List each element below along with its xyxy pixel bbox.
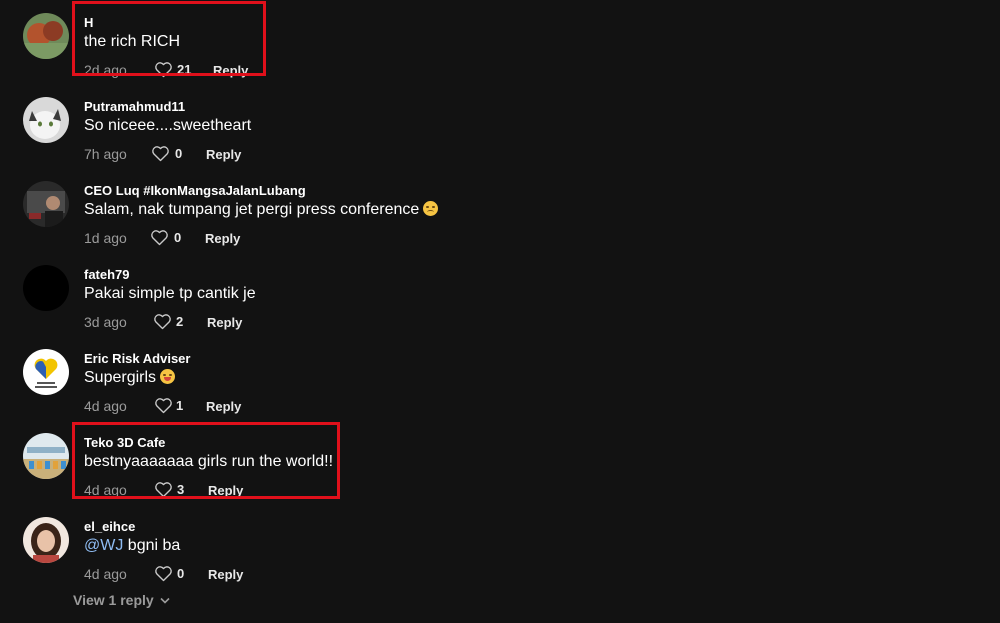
reply-button[interactable]: Reply	[206, 147, 241, 162]
heart-outline-icon[interactable]	[150, 229, 169, 246]
comment-username[interactable]: Eric Risk Adviser	[84, 351, 190, 366]
avatar[interactable]	[23, 181, 69, 227]
comment-username[interactable]: Putramahmud11	[84, 99, 185, 114]
reply-button[interactable]: Reply	[208, 483, 243, 498]
heart-outline-icon[interactable]	[154, 565, 173, 582]
comment-item: Putramahmud11 So niceee....sweetheart 7h…	[0, 90, 1000, 174]
comment-timestamp: 4d ago	[84, 398, 127, 414]
comment-text-content: bgni ba	[127, 537, 181, 554]
like-count: 21	[177, 62, 192, 77]
comment-text: bestnyaaaaaaa girls run the world!!	[84, 453, 334, 470]
avatar[interactable]	[23, 433, 69, 479]
comment-item: fateh79 Pakai simple tp cantik je 3d ago…	[0, 258, 1000, 342]
avatar[interactable]	[23, 97, 69, 143]
disappointed-face-icon	[423, 201, 439, 216]
comment-item: el_eihce @WJ bgni ba 4d ago 0 Reply	[0, 510, 1000, 594]
like-count: 3	[177, 482, 185, 497]
comment-item: CEO Luq #IkonMangsaJalanLubang Salam, na…	[0, 174, 1000, 258]
avatar[interactable]	[23, 13, 69, 59]
reply-button[interactable]: Reply	[213, 63, 248, 78]
avatar[interactable]	[23, 265, 69, 311]
comment-timestamp: 4d ago	[84, 482, 127, 498]
like-count: 0	[174, 230, 182, 245]
reply-button[interactable]: Reply	[205, 231, 240, 246]
reply-button[interactable]: Reply	[208, 567, 243, 582]
comment-text: So niceee....sweetheart	[84, 117, 252, 134]
comment-username[interactable]: Teko 3D Cafe	[84, 435, 165, 450]
chevron-down-icon	[160, 597, 170, 604]
heart-outline-icon[interactable]	[154, 397, 173, 414]
comment-text: the rich RICH	[84, 33, 181, 50]
mention-link[interactable]: @WJ	[84, 537, 123, 554]
heart-outline-icon[interactable]	[151, 145, 170, 162]
reply-button[interactable]: Reply	[206, 399, 241, 414]
comment-timestamp: 1d ago	[84, 230, 127, 246]
like-count: 1	[176, 398, 184, 413]
like-count: 2	[176, 314, 184, 329]
comment-item: Teko 3D Cafe bestnyaaaaaaa girls run the…	[0, 426, 1000, 510]
comment-text: Pakai simple tp cantik je	[84, 285, 256, 302]
comment-username[interactable]: H	[84, 15, 93, 30]
heart-outline-icon[interactable]	[153, 313, 172, 330]
comment-username[interactable]: el_eihce	[84, 519, 135, 534]
like-count: 0	[177, 566, 185, 581]
comment-username[interactable]: CEO Luq #IkonMangsaJalanLubang	[84, 183, 306, 198]
comment-text-content: Salam, nak tumpang jet pergi press confe…	[84, 201, 420, 218]
heart-outline-icon[interactable]	[154, 61, 173, 78]
comment-timestamp: 4d ago	[84, 566, 127, 582]
comment-timestamp: 3d ago	[84, 314, 127, 330]
comment-text: @WJ bgni ba	[84, 537, 180, 555]
comment-text: Salam, nak tumpang jet pergi press confe…	[84, 201, 439, 219]
view-replies-button[interactable]: View 1 reply	[73, 592, 170, 608]
comment-timestamp: 7h ago	[84, 146, 127, 162]
comment-item: H the rich RICH 2d ago 21 Reply	[0, 6, 1000, 90]
reply-button[interactable]: Reply	[207, 315, 242, 330]
avatar[interactable]	[23, 349, 69, 395]
comment-text-content: Supergirls	[84, 369, 157, 386]
like-count: 0	[175, 146, 183, 161]
comment-username[interactable]: fateh79	[84, 267, 130, 282]
heart-outline-icon[interactable]	[154, 481, 173, 498]
zany-face-icon	[160, 369, 176, 384]
view-replies-label: View 1 reply	[73, 592, 154, 608]
comment-item: Eric Risk Adviser Supergirls 4d ago 1 Re…	[0, 342, 1000, 426]
avatar[interactable]	[23, 517, 69, 563]
comment-text: Supergirls	[84, 369, 176, 387]
comment-feed: H the rich RICH 2d ago 21 Reply Putramah…	[0, 0, 1000, 623]
comment-timestamp: 2d ago	[84, 62, 127, 78]
